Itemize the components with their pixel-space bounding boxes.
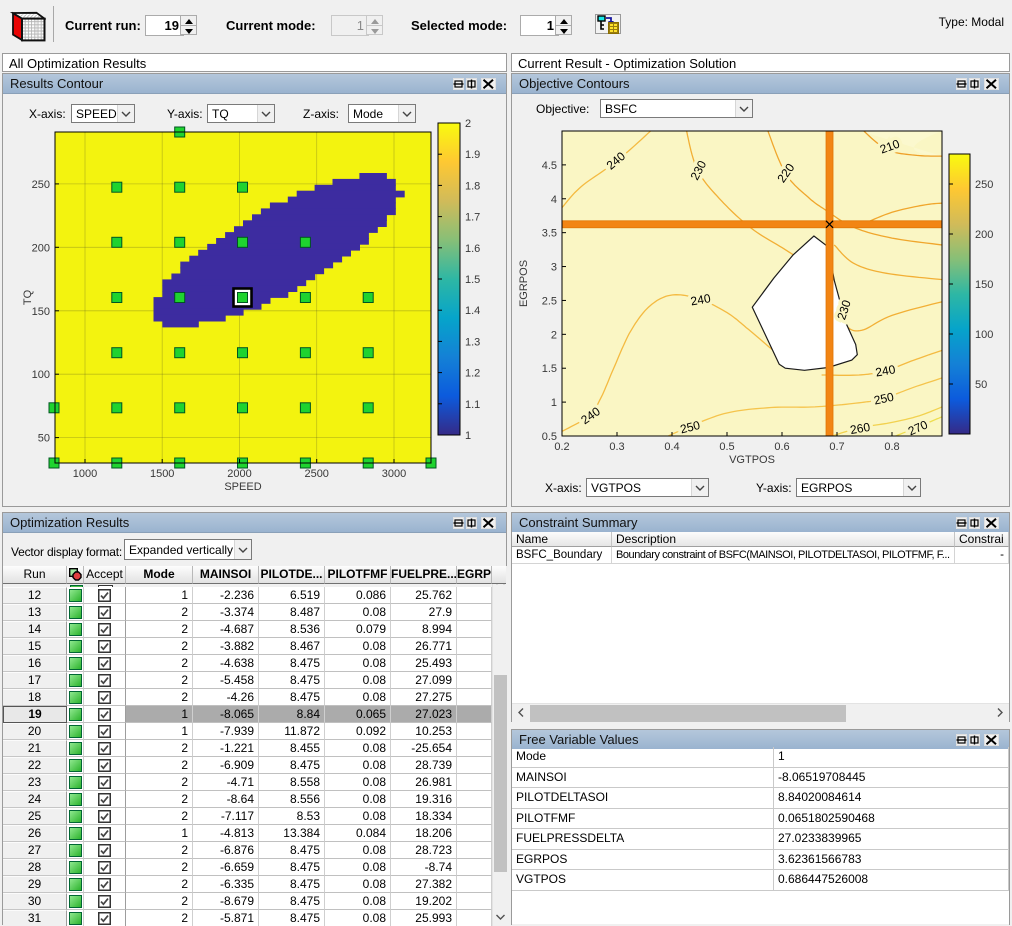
svg-text:4: 4 (551, 194, 557, 206)
svg-text:200: 200 (32, 242, 50, 254)
svg-text:VGTPOS: VGTPOS (729, 454, 775, 466)
svg-text:4.5: 4.5 (542, 160, 557, 172)
svg-text:SPEED: SPEED (224, 481, 261, 493)
svg-text:150: 150 (975, 279, 993, 291)
svg-text:0.4: 0.4 (664, 441, 679, 453)
svg-text:1.2: 1.2 (465, 368, 480, 380)
svg-text:2: 2 (465, 118, 471, 130)
svg-text:EGRPOS: EGRPOS (518, 260, 530, 307)
svg-text:0.5: 0.5 (542, 431, 557, 443)
svg-text:2: 2 (551, 329, 557, 341)
svg-text:0.5: 0.5 (719, 441, 734, 453)
svg-text:2500: 2500 (304, 468, 328, 480)
svg-text:1.5: 1.5 (542, 363, 557, 375)
svg-text:50: 50 (38, 433, 50, 445)
svg-text:150: 150 (32, 306, 50, 318)
svg-text:1: 1 (465, 430, 471, 442)
svg-text:0.3: 0.3 (609, 441, 624, 453)
svg-text:3000: 3000 (382, 468, 406, 480)
svg-text:250: 250 (975, 179, 993, 191)
svg-text:3.5: 3.5 (542, 228, 557, 240)
svg-text:200: 200 (975, 229, 993, 241)
svg-text:1000: 1000 (73, 468, 97, 480)
svg-text:TQ: TQ (22, 289, 34, 305)
svg-text:3: 3 (551, 262, 557, 274)
svg-text:2.5: 2.5 (542, 295, 557, 307)
svg-text:1.1: 1.1 (465, 399, 480, 411)
svg-text:100: 100 (32, 369, 50, 381)
svg-text:1.9: 1.9 (465, 149, 480, 161)
svg-text:0.7: 0.7 (829, 441, 844, 453)
svg-text:1.7: 1.7 (465, 212, 480, 224)
svg-text:2000: 2000 (227, 468, 251, 480)
svg-text:0.8: 0.8 (884, 441, 899, 453)
svg-text:100: 100 (975, 329, 993, 341)
svg-text:1.3: 1.3 (465, 336, 480, 348)
svg-text:1: 1 (551, 397, 557, 409)
svg-text:1.4: 1.4 (465, 305, 480, 317)
svg-text:250: 250 (32, 179, 50, 191)
svg-text:1.6: 1.6 (465, 243, 480, 255)
svg-text:0.6: 0.6 (774, 441, 789, 453)
svg-text:1.5: 1.5 (465, 274, 480, 286)
svg-text:1.8: 1.8 (465, 180, 480, 192)
svg-text:50: 50 (975, 379, 987, 391)
svg-text:1500: 1500 (150, 468, 174, 480)
